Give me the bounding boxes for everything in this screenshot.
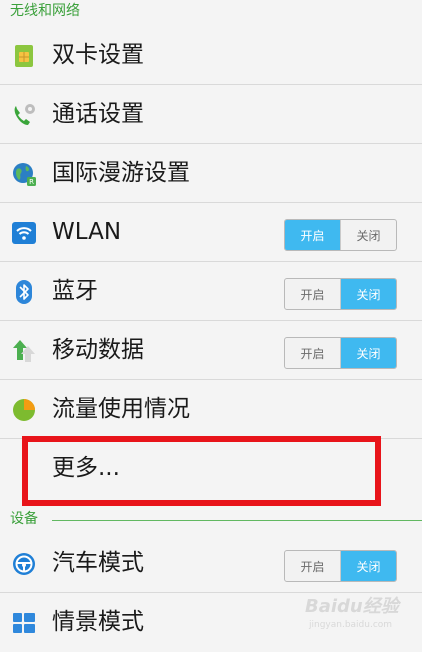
- toggle-off-option[interactable]: 关闭: [341, 220, 396, 250]
- phone-gear-icon: [11, 102, 37, 128]
- toggle-on-option[interactable]: 开启: [285, 338, 341, 368]
- section-title: 设备: [10, 511, 38, 527]
- car-mode-toggle[interactable]: 开启 关闭: [284, 550, 397, 582]
- steering-wheel-icon: [11, 551, 37, 577]
- settings-item-label: WLAN: [52, 219, 122, 245]
- settings-item-label: 通话设置: [52, 101, 144, 127]
- globe-roaming-icon: R: [11, 161, 37, 187]
- settings-item-label: 汽车模式: [52, 550, 144, 576]
- sim-card-icon: [11, 43, 37, 69]
- toggle-off-option[interactable]: 关闭: [341, 279, 396, 309]
- pie-chart-icon: [11, 397, 37, 423]
- baidu-watermark: Baidu经验 jingyan.baidu.com: [305, 590, 415, 646]
- settings-item-dual-sim[interactable]: 双卡设置: [0, 26, 422, 85]
- watermark-text: Baidu经验: [305, 596, 399, 617]
- toggle-off-option[interactable]: 关闭: [341, 338, 396, 368]
- section-title: 无线和网络: [10, 3, 80, 19]
- toggle-on-option[interactable]: 开启: [285, 220, 341, 250]
- settings-item-label: 流量使用情况: [52, 396, 190, 422]
- mobile-data-toggle[interactable]: 开启 关闭: [284, 337, 397, 369]
- wlan-toggle[interactable]: 开启 关闭: [284, 219, 397, 251]
- toggle-on-option[interactable]: 开启: [285, 279, 341, 309]
- settings-item-label: 情景模式: [52, 609, 144, 635]
- settings-item-roaming[interactable]: R 国际漫游设置: [0, 144, 422, 203]
- settings-item-wlan[interactable]: WLAN 开启 关闭: [0, 203, 422, 262]
- mobile-data-icon: [11, 338, 37, 364]
- settings-item-data-usage[interactable]: 流量使用情况: [0, 380, 422, 439]
- settings-item-label: 双卡设置: [52, 42, 144, 68]
- settings-item-label: 移动数据: [52, 337, 144, 363]
- settings-item-car-mode[interactable]: 汽车模式 开启 关闭: [0, 534, 422, 593]
- section-header-device: 设备: [0, 508, 422, 532]
- toggle-off-option[interactable]: 关闭: [341, 551, 396, 581]
- toggle-on-option[interactable]: 开启: [285, 551, 341, 581]
- settings-item-call[interactable]: 通话设置: [0, 85, 422, 144]
- section-header-wireless: 无线和网络: [0, 0, 422, 24]
- svg-text:R: R: [29, 178, 34, 186]
- section-divider: [52, 520, 422, 521]
- watermark-subtext: jingyan.baidu.com: [309, 620, 393, 630]
- settings-item-mobile-data[interactable]: 移动数据 开启 关闭: [0, 321, 422, 380]
- bluetooth-icon: [11, 279, 37, 305]
- scene-grid-icon: [11, 610, 37, 636]
- highlight-annotation: [22, 436, 381, 506]
- bluetooth-toggle[interactable]: 开启 关闭: [284, 278, 397, 310]
- settings-item-label: 国际漫游设置: [52, 160, 190, 186]
- settings-item-label: 蓝牙: [52, 278, 98, 304]
- settings-item-bluetooth[interactable]: 蓝牙 开启 关闭: [0, 262, 422, 321]
- wifi-icon: [11, 220, 37, 246]
